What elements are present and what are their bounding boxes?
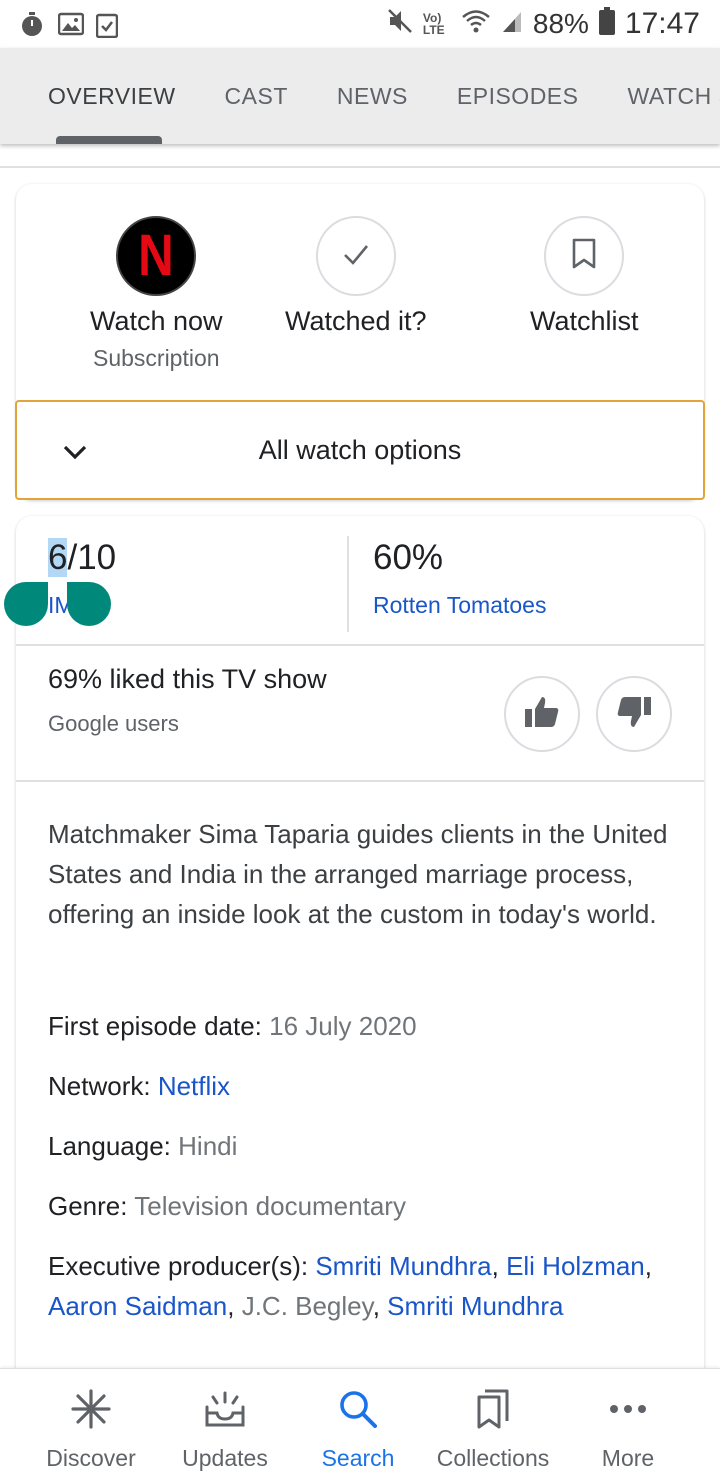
nav-label: Search [321,1445,395,1471]
all-watch-options-button[interactable]: All watch options [15,400,705,500]
nav-discover[interactable]: Discover [19,1369,163,1480]
tab-news[interactable]: NEWS [337,48,408,144]
clipboard-check-icon [95,12,120,39]
first-episode-row: First episode date: 16 July 2020 [48,1006,668,1046]
divider [0,166,720,168]
producer-link[interactable]: Eli Holzman [506,1251,645,1281]
netflix-logo[interactable]: N [116,216,197,296]
watched-it-label: Watched it? [285,306,427,336]
signal-icon [501,8,523,41]
genre-value: Television documentary [134,1191,406,1221]
imdb-score: 6/10 [48,538,116,578]
nav-label: Collections [436,1445,550,1471]
thumbs-down-button[interactable] [596,676,672,752]
thumbs-up-button[interactable] [504,676,580,752]
asterisk-icon [69,1387,113,1431]
liked-text: 69% liked this TV show [48,664,327,694]
show-description: Matchmaker Sima Taparia guides clients i… [48,819,668,929]
watch-now-label: Watch now [90,306,223,336]
volte-icon: Vo) LTE [422,11,445,37]
nav-label: More [601,1445,655,1471]
bookmark-icon [571,238,597,275]
rating-divider [347,536,349,632]
watchlist-action[interactable]: Watchlist [530,184,639,337]
bottom-navigation: Discover Updates Search Collections More [0,1368,720,1480]
producers-label: Executive producer(s): [48,1251,316,1281]
watched-it-button[interactable] [315,216,396,296]
timer-icon [20,12,44,36]
network-row: Network: Netflix [48,1066,668,1106]
details-card: 6/10 IMDb 60% Rotten Tomatoes 69% liked … [16,516,704,1396]
active-tab-indicator [56,136,162,144]
network-link[interactable]: Netflix [158,1071,230,1101]
nav-search[interactable]: Search [286,1369,430,1480]
rotten-tomatoes-rating[interactable]: 60% Rotten Tomatoes [373,538,546,619]
first-episode-label: First episode date: [48,1011,270,1041]
thumbs-down-icon [615,695,653,734]
ratings-row: 6/10 IMDb 60% Rotten Tomatoes [16,516,704,644]
producer-link[interactable]: Smriti Mundhra [387,1291,563,1321]
watchlist-label: Watchlist [530,306,639,336]
selection-handle-start[interactable] [4,582,48,626]
tab-overview[interactable]: OVERVIEW [48,48,176,144]
tab-watch-show[interactable]: WATCH SHOW [628,48,720,144]
user-likes: 69% liked this TV show Google users [48,664,327,737]
liked-sub: Google users [48,711,179,736]
selected-text[interactable]: 6 [48,538,68,577]
network-label: Network: [48,1071,158,1101]
mute-icon [387,8,413,41]
image-icon [57,12,85,36]
all-watch-options-label: All watch options [258,434,462,465]
producer-link[interactable]: Aaron Saidman [48,1291,227,1321]
collections-icon [471,1387,515,1431]
battery-icon [598,6,615,42]
divider [16,780,704,782]
genre-row: Genre: Television documentary [48,1186,668,1226]
tab-episodes[interactable]: EPISODES [457,48,579,144]
watch-actions-card: N Watch now Subscription Watched it? Wat… [15,184,705,500]
nav-label: Discover [46,1445,136,1471]
status-bar: Vo) LTE 88% 17:47 [0,0,720,48]
clock: 17:47 [624,7,700,40]
divider [16,644,704,646]
wifi-icon [461,8,491,41]
producers-row: Executive producer(s): Smriti Mundhra, E… [48,1251,653,1321]
selection-handle-end[interactable] [67,582,111,626]
language-row: Language: Hindi [48,1126,668,1166]
language-value: Hindi [178,1131,238,1161]
rotten-tomatoes-link[interactable]: Rotten Tomatoes [373,592,546,619]
genre-label: Genre: [48,1191,135,1221]
netflix-logo-letter: N [138,223,175,288]
nav-updates[interactable]: Updates [153,1369,297,1480]
watched-it-action[interactable]: Watched it? [285,184,427,337]
thumbs-up-icon [523,695,561,734]
nav-more[interactable]: More [556,1369,700,1480]
updates-inbox-icon [203,1387,247,1431]
watch-now-sub: Subscription [92,345,220,371]
battery-percent: 88% [532,8,589,39]
nav-collections[interactable]: Collections [421,1369,565,1480]
watch-now-action[interactable]: N Watch now Subscription [90,184,223,372]
chevron-down-icon [61,438,89,466]
language-label: Language: [48,1131,179,1161]
checkmark-icon [339,237,373,276]
tab-bar: OVERVIEW CAST NEWS EPISODES WATCH SHOW [0,48,720,144]
producer-link[interactable]: Smriti Mundhra [315,1251,491,1281]
tab-cast[interactable]: CAST [225,48,288,144]
imdb-score-denominator: /10 [67,538,117,577]
nav-label: Updates [182,1445,268,1471]
search-icon [336,1387,380,1431]
watchlist-button[interactable] [544,216,625,296]
more-dots-icon [606,1387,650,1431]
producer-name: J.C. Begley [241,1291,373,1321]
first-episode-value: 16 July 2020 [269,1011,417,1041]
rt-score: 60% [373,538,444,577]
